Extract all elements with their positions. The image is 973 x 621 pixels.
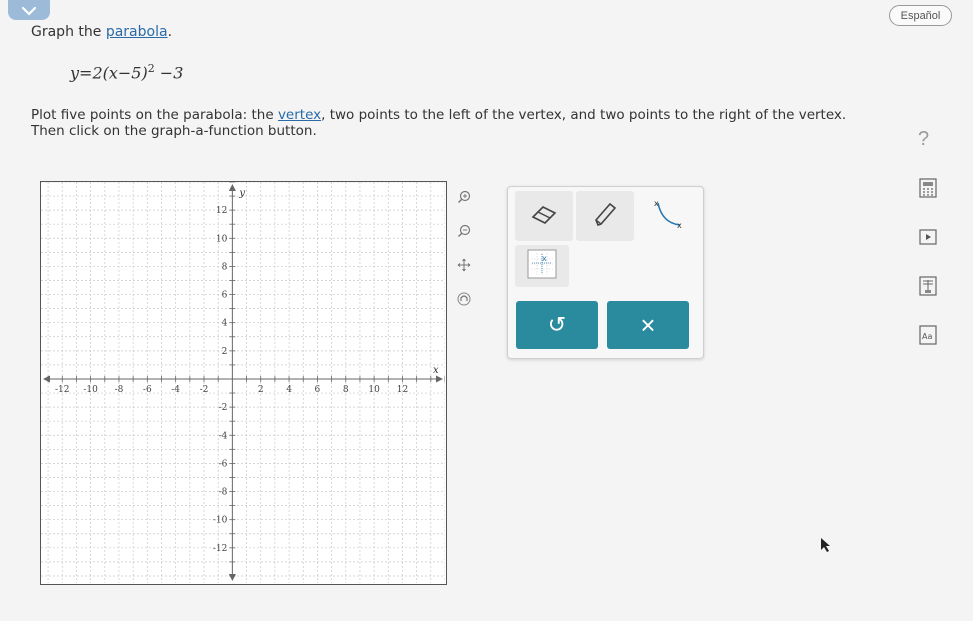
pan-icon[interactable] [455,256,473,274]
close-icon: × [640,309,656,340]
y-axis-arrow-up [228,184,236,191]
instructions-part2: , two points to the left of the vertex, … [321,107,847,123]
curve-tool[interactable]: xx [638,191,696,241]
equation-rhs: −3 [154,63,184,83]
x-axis-label: x [433,365,439,376]
svg-text:x: x [677,221,682,230]
graph-function-button[interactable]: x [515,245,569,287]
x-axis-arrow-right [436,375,443,383]
y-tick-label: -2 [219,403,228,413]
x-axis-arrow-left [43,375,50,383]
intro-end: . [167,24,173,40]
intro-label: Graph the [31,24,106,40]
collapse-tab[interactable] [8,0,50,20]
graph-area[interactable]: -12 -10 -8 -6 -4 -2 2 4 6 8 10 12 12 10 8 6 4 2 -2 -4 -6 -8 -1… [40,181,447,585]
svg-text:x: x [654,199,659,208]
help-button[interactable]: ? [918,128,929,151]
y-tick-label: 2 [222,347,228,357]
curve-tool-icon: xx [650,197,684,235]
x-tick-label: 8 [343,385,349,395]
y-axis-label: y [238,188,245,199]
home-icon[interactable] [455,290,473,308]
equation-lhs: y=2(x−5) [70,63,148,83]
y-tick-label: -8 [219,488,228,498]
video-icon[interactable] [918,227,938,247]
y-tick-label: 8 [222,262,228,272]
x-tick-label: 6 [315,385,321,395]
undo-icon: ↺ [547,312,567,337]
calculator-icon[interactable] [918,178,938,198]
graph-side-toolbar [455,188,475,324]
coordinate-grid[interactable]: -12 -10 -8 -6 -4 -2 2 4 6 8 10 12 12 10 8 6 4 2 -2 -4 -6 -8 -1… [41,182,445,583]
vertex-link[interactable]: vertex [278,107,321,123]
y-tick-label: -6 [219,459,228,469]
x-tick-label: 10 [368,385,380,395]
x-tick-label: -2 [200,385,209,395]
y-tick-label: -10 [213,516,228,526]
x-tick-label: -12 [55,385,69,395]
instructions-part1: Plot five points on the parabola: the [31,107,278,123]
x-tick-label: -10 [83,385,98,395]
mouse-cursor-icon [820,537,832,557]
eraser-tool[interactable] [515,191,573,241]
eraser-icon [529,203,559,229]
x-tick-label: 12 [397,385,408,395]
y-tick-label: -4 [219,431,228,441]
zoom-in-icon[interactable] [455,188,473,206]
language-button[interactable]: Español [889,5,952,26]
y-tick-label: -12 [213,544,228,554]
equation: y=2(x−5)2 −3 [70,62,183,82]
instructions-line2: Then click on the graph-a-function butto… [31,123,317,139]
pencil-icon [592,200,618,232]
x-tick-label: -4 [171,385,180,395]
chevron-down-icon [21,1,37,20]
zoom-out-icon[interactable] [455,222,473,240]
equation-exponent: 2 [147,62,155,75]
graph-function-icon: x [527,249,557,283]
x-tick-label: 2 [258,385,264,395]
y-axis-arrow-down [228,574,236,581]
drawing-tool-panel: xx x ↺ × [507,186,704,359]
x-tick-label: -6 [143,385,152,395]
svg-text:x: x [542,254,547,263]
y-tick-label: 4 [222,319,228,329]
glossary-label: Aa [922,332,932,341]
parabola-link[interactable]: parabola [106,24,168,40]
y-tick-label: 6 [222,291,228,301]
y-tick-label: 10 [216,234,228,244]
textbook-icon[interactable] [918,276,938,296]
pencil-tool[interactable] [576,191,634,241]
clear-button[interactable]: × [607,301,689,349]
undo-button[interactable]: ↺ [516,301,598,349]
glossary-icon[interactable]: Aa [918,325,938,345]
right-rail: Aa [918,178,940,374]
x-tick-label: 4 [286,385,292,395]
y-tick-label: 12 [216,206,227,216]
intro-text: Graph the parabola. [31,24,172,40]
instructions: Plot five points on the parabola: the ve… [31,107,966,139]
x-tick-label: -8 [115,385,124,395]
